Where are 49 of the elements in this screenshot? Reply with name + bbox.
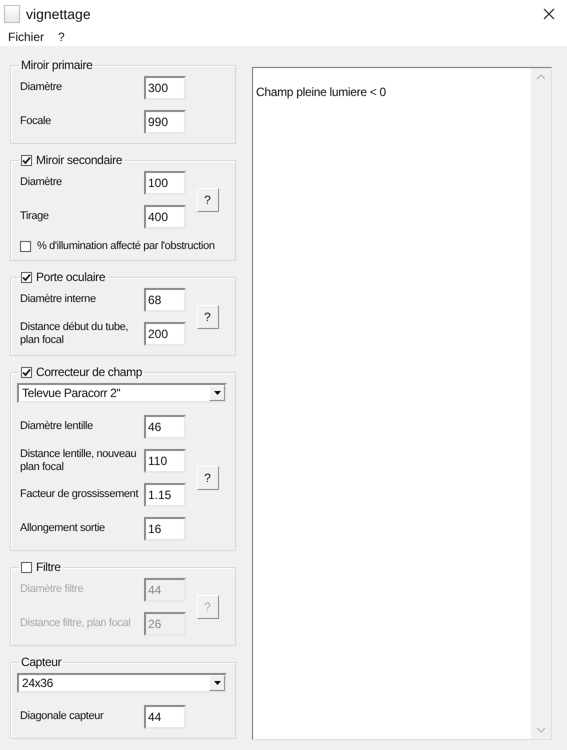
input-field[interactable]: 44 (144, 704, 186, 728)
help-button[interactable]: ? (196, 466, 218, 490)
group-title: Filtre (36, 560, 61, 574)
field-label: Focale (19, 115, 52, 128)
group-title: Capteur (21, 655, 62, 669)
group-title: Miroir primaire (21, 58, 92, 72)
group-title: Correcteur de champ (36, 365, 142, 379)
help-button[interactable]: ? (196, 188, 218, 212)
checkbox[interactable] (21, 272, 32, 282)
help-button[interactable]: ? (196, 304, 218, 328)
input-field[interactable]: 100 (144, 170, 186, 194)
app-icon (4, 5, 20, 23)
field-label: Distance lentille, nouveau plan focal (19, 448, 138, 474)
input-field[interactable]: 400 (144, 204, 186, 228)
input-field[interactable]: 200 (144, 322, 186, 346)
input-field[interactable]: 46 (144, 414, 186, 438)
menu-item[interactable]: Fichier (8, 30, 44, 44)
input-field[interactable]: 990 (144, 110, 186, 134)
field-label: Diamètre filtre (19, 583, 84, 596)
group-title: Miroir secondaire (36, 153, 122, 167)
menu-item[interactable]: ? (58, 30, 65, 44)
caret-icon[interactable] (209, 385, 225, 401)
field-label: Diamètre lentille (19, 420, 94, 433)
field-label: Distance début du tube, plan focal (19, 320, 130, 346)
field-label: Diamètre (19, 81, 63, 94)
input-field[interactable]: 300 (144, 76, 186, 100)
field-label: Allongement sortie (19, 522, 106, 535)
dropdown[interactable]: 24x36 (17, 673, 227, 693)
field-label: Tirage (19, 210, 50, 223)
output-text: Champ pleine lumiere < 0 (255, 84, 387, 101)
field-label: Distance filtre, plan focal (19, 617, 132, 630)
input-field[interactable]: 110 (144, 448, 186, 472)
field-label: Diamètre interne (19, 293, 97, 306)
checkbox[interactable] (20, 240, 31, 252)
close-icon[interactable] (543, 8, 555, 20)
input-field[interactable]: 68 (144, 288, 186, 312)
checkbox[interactable] (21, 154, 32, 166)
input-field[interactable]: 16 (144, 516, 186, 540)
option-label: % d'illumination affecté par l'obstruction (37, 240, 215, 252)
group-title: Porte oculaire (36, 270, 106, 284)
window-title: vignettage (26, 6, 91, 22)
checkbox[interactable] (21, 562, 32, 572)
field-label: Diamètre (19, 176, 63, 189)
field-label: Facteur de grossissement (19, 488, 140, 501)
field-label: Diagonale capteur (19, 710, 104, 723)
dropdown[interactable]: Televue Paracorr 2'' (17, 383, 227, 403)
caret-icon[interactable] (209, 675, 225, 691)
checkbox[interactable] (21, 366, 32, 378)
input-field[interactable]: 1.15 (144, 482, 186, 506)
